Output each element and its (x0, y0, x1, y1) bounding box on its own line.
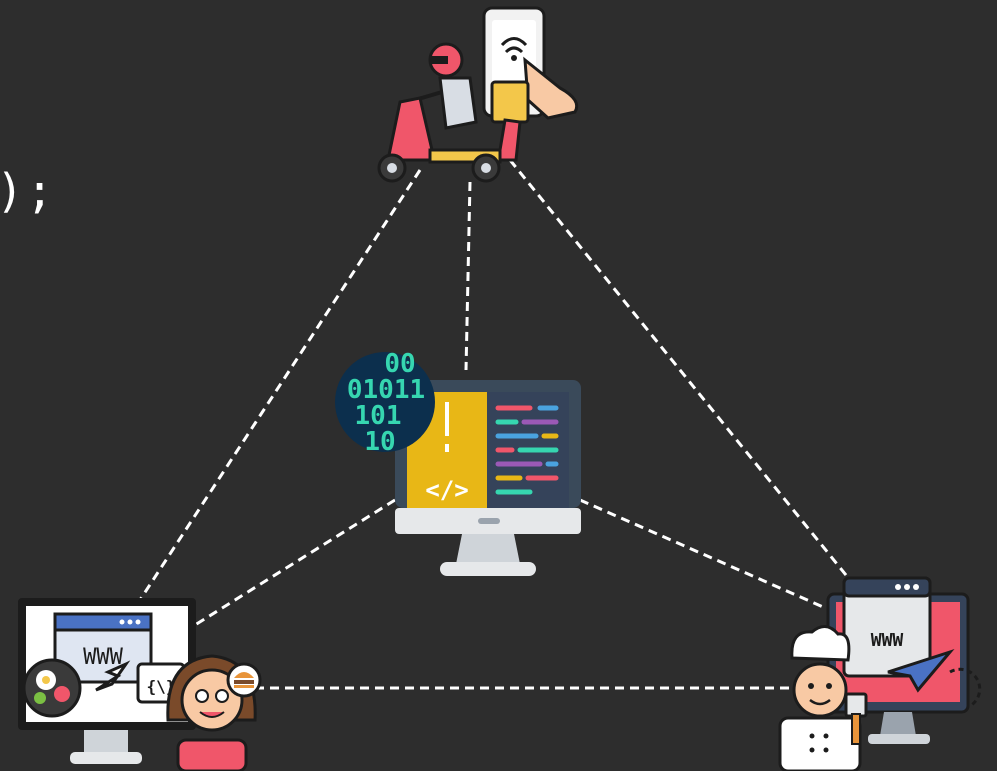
link-server-customer (194, 498, 396, 627)
link-rider-server (464, 181, 472, 371)
customer-website-icon: WWW {\} (18, 598, 262, 771)
delivery-scooter-icon (377, 6, 579, 183)
chef-website-icon: WWW (778, 576, 982, 771)
architecture-diagram: </> 00 01011 101 10 WWW {\} WWW (18, 6, 982, 771)
svg-text:</>: </> (425, 476, 468, 504)
binary-line: 10 (364, 427, 395, 457)
link-server-restaurant (579, 498, 831, 612)
restaurant-url-text: WWW (871, 630, 904, 651)
